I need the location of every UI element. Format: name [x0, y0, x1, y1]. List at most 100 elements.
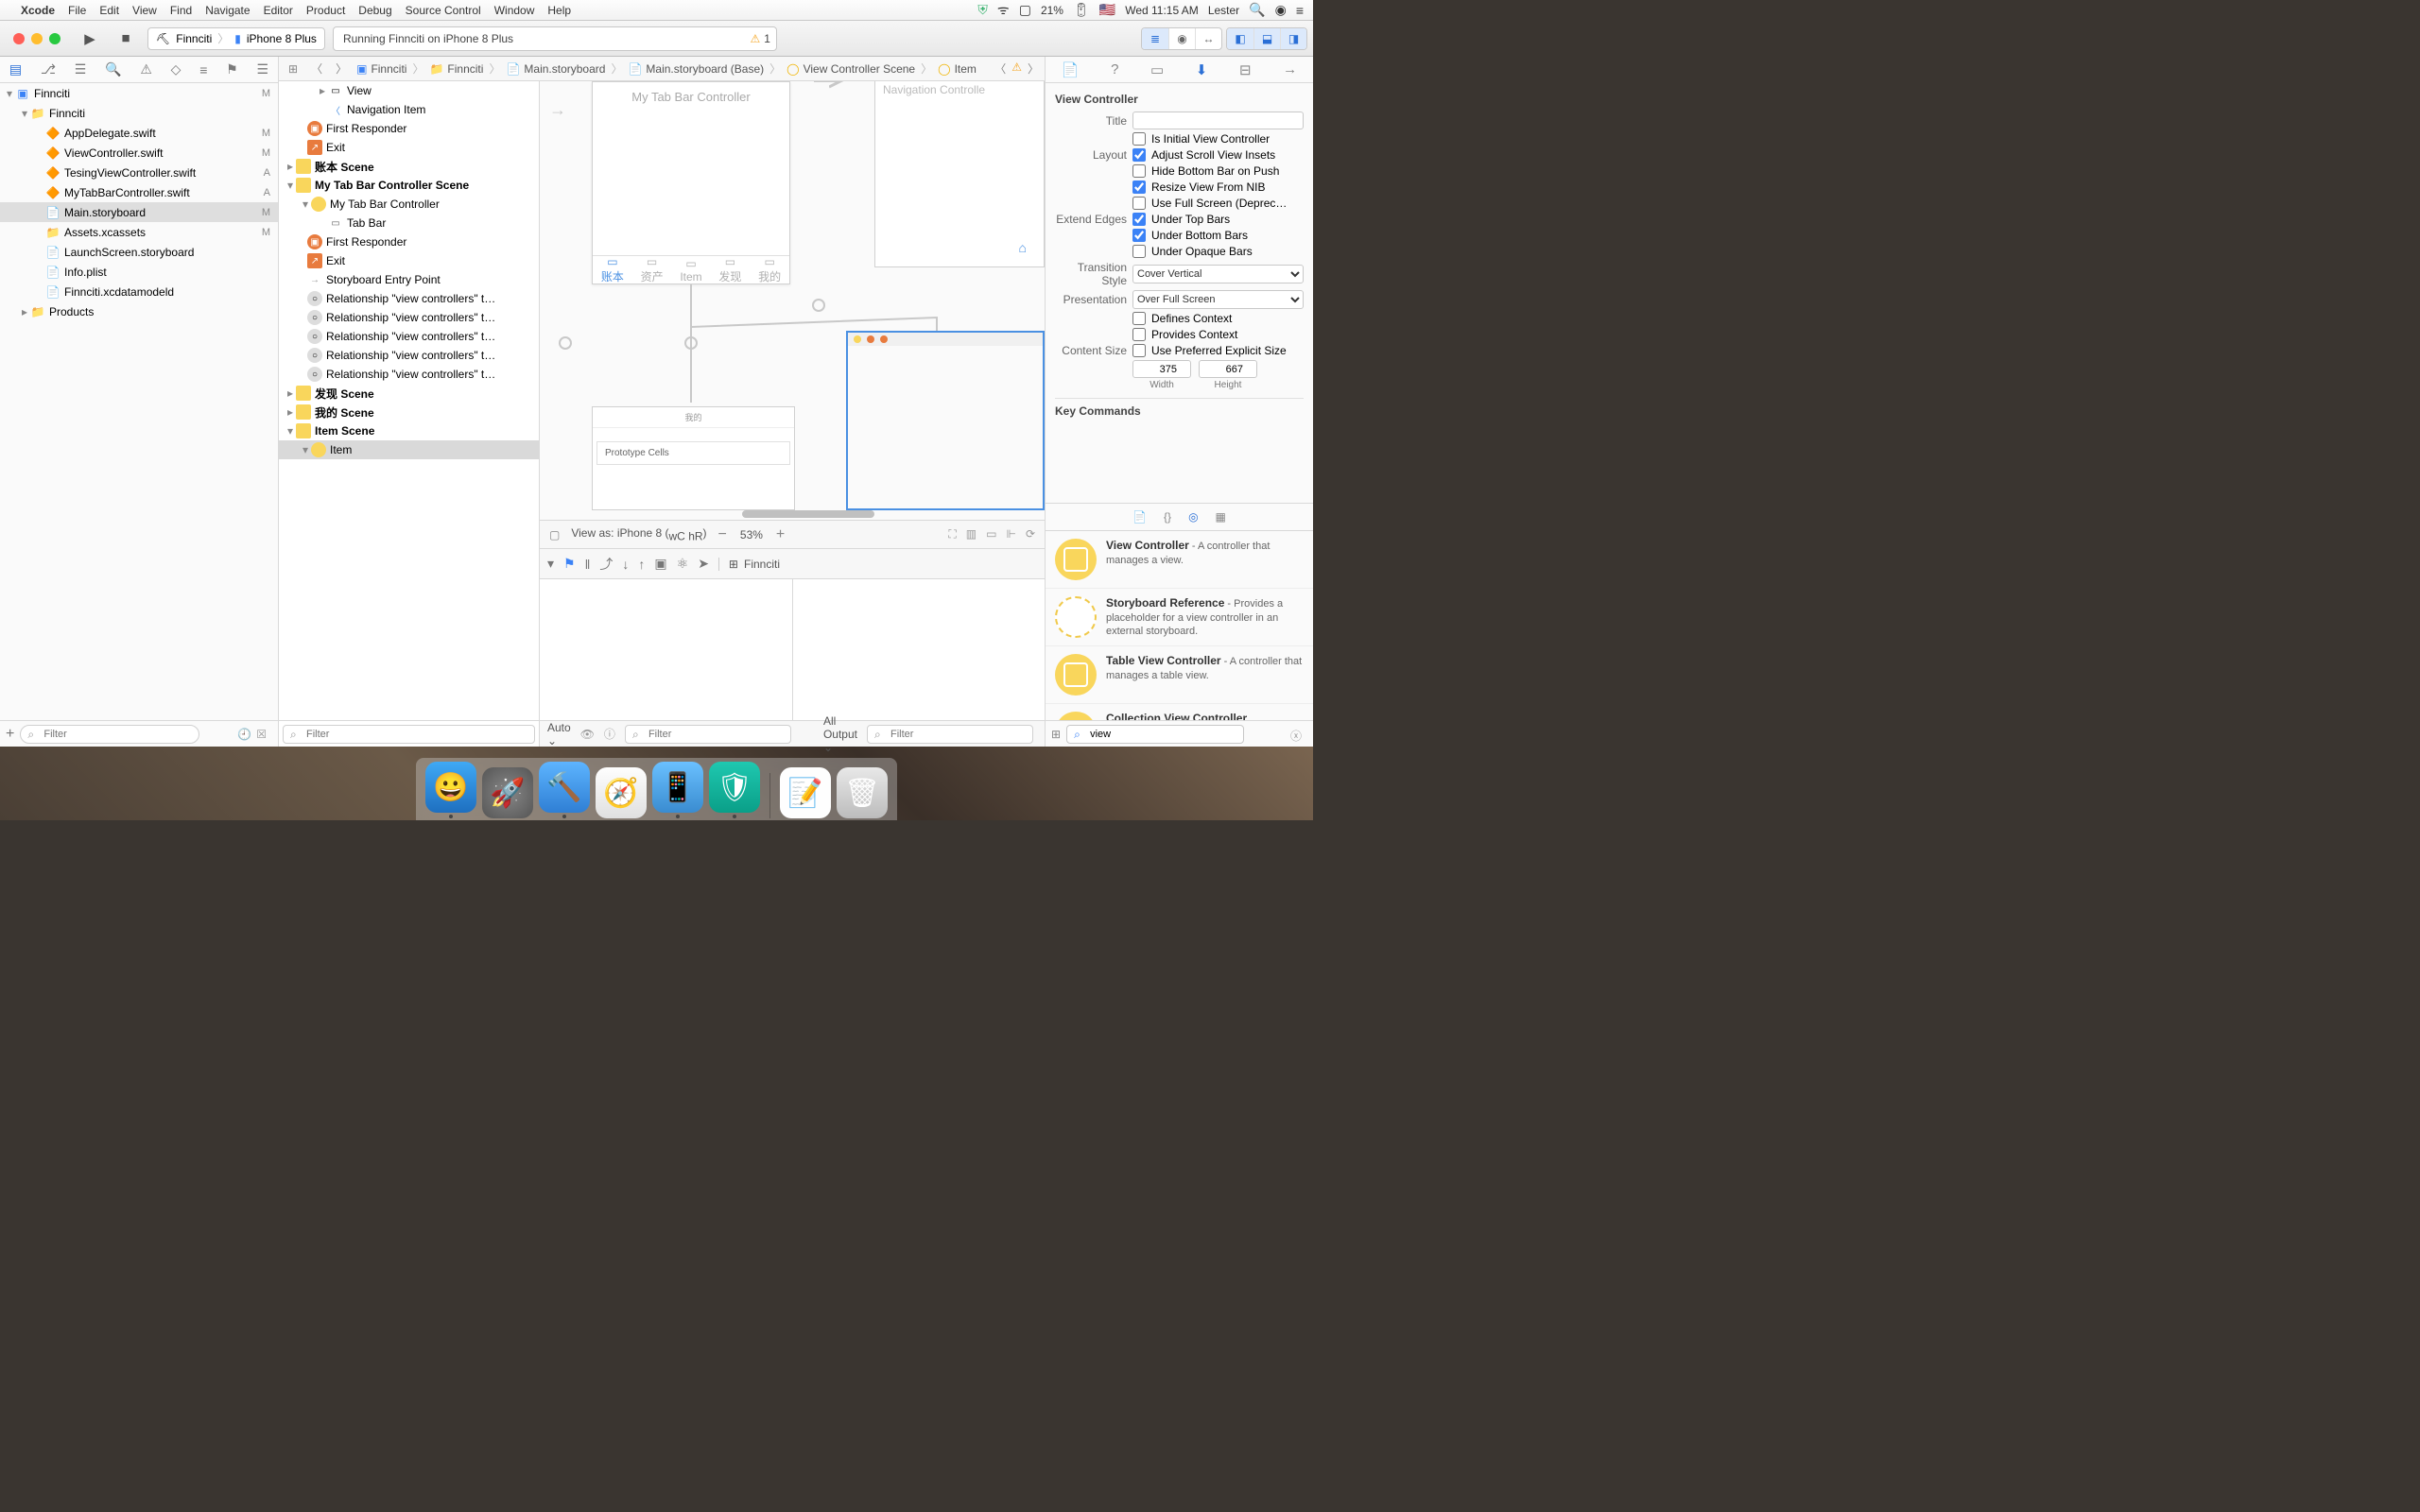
- toggle-inspector-icon[interactable]: ◨: [1280, 28, 1306, 49]
- dock-finder[interactable]: 😀: [425, 762, 476, 813]
- console-scope[interactable]: All Output ⌄: [823, 714, 857, 754]
- view-as-label[interactable]: View as: iPhone 8 (wC hR): [571, 526, 706, 542]
- align-icon[interactable]: ▭: [986, 527, 996, 541]
- project-navigator-tree[interactable]: ▾▣ FinncitiM ▾📁 Finnciti 🔶AppDelegate.sw…: [0, 83, 278, 720]
- file-TesingViewController.swift[interactable]: 🔶TesingViewController.swiftA: [0, 163, 278, 182]
- standard-editor-icon[interactable]: ≣: [1142, 28, 1168, 49]
- file-ViewController.swift[interactable]: 🔶ViewController.swiftM: [0, 143, 278, 163]
- report-nav-icon[interactable]: ☰: [256, 61, 268, 77]
- scene-tableview[interactable]: 我的 Prototype Cells: [592, 406, 795, 510]
- library-item-0[interactable]: View Controller - A controller that mana…: [1046, 531, 1313, 589]
- dock-textedit[interactable]: 📝: [780, 767, 831, 818]
- menu-editor[interactable]: Editor: [264, 4, 293, 17]
- menu-find[interactable]: Find: [170, 4, 192, 17]
- console-filter-input[interactable]: [867, 725, 1033, 744]
- under-opaque-checkbox[interactable]: [1132, 245, 1146, 258]
- debug-nav-icon[interactable]: ≡: [199, 62, 207, 77]
- jump-bar[interactable]: ⊞ 〈 〉 ▣Finnciti〉 📁Finnciti〉 📄Main.storyb…: [279, 57, 1045, 81]
- toggle-navigator-icon[interactable]: ◧: [1227, 28, 1253, 49]
- library-item-2[interactable]: Table View Controller - A controller tha…: [1046, 646, 1313, 704]
- menu-edit[interactable]: Edit: [99, 4, 119, 17]
- console-view[interactable]: [793, 579, 1046, 720]
- file-template-icon[interactable]: 📄: [1132, 510, 1147, 524]
- forward-button[interactable]: 〉: [332, 60, 351, 77]
- related-items-icon[interactable]: ⊞: [285, 62, 302, 76]
- menu-window[interactable]: Window: [494, 4, 535, 17]
- debug-target[interactable]: ⊞ Finnciti: [718, 558, 780, 571]
- toggle-debug-icon[interactable]: ⬓: [1253, 28, 1280, 49]
- presentation-select[interactable]: Over Full Screen: [1132, 290, 1304, 309]
- variables-filter-input[interactable]: [625, 725, 791, 744]
- zoom-out-button[interactable]: −: [718, 526, 727, 543]
- file-AppDelegate.swift[interactable]: 🔶AppDelegate.swiftM: [0, 123, 278, 143]
- back-button[interactable]: 〈: [307, 60, 326, 77]
- horizontal-scrollbar[interactable]: [742, 510, 874, 518]
- outline-list[interactable]: ▸▭View 〈Navigation Item ▣First Responder…: [279, 81, 539, 720]
- close-button[interactable]: [13, 33, 25, 44]
- pin-icon[interactable]: ⊩: [1006, 527, 1015, 541]
- attributes-inspector-icon[interactable]: ⬇: [1196, 61, 1208, 78]
- breakpoint-nav-icon[interactable]: ⚑: [226, 61, 238, 77]
- library-view-toggle-icon[interactable]: ⊞: [1051, 728, 1061, 741]
- outline-filter-input[interactable]: [283, 725, 535, 744]
- menu-product[interactable]: Product: [306, 4, 345, 17]
- scene-item-selected[interactable]: [846, 331, 1045, 510]
- zoom-level[interactable]: 53%: [740, 528, 763, 541]
- info-icon[interactable]: ⓘ: [604, 726, 615, 742]
- notification-center-icon[interactable]: ≡: [1296, 3, 1304, 18]
- battery-icon[interactable]: 🔋︎: [1073, 2, 1090, 18]
- zoom-button[interactable]: [49, 33, 60, 44]
- hide-bottom-checkbox[interactable]: [1132, 164, 1146, 178]
- file-inspector-icon[interactable]: 📄: [1062, 61, 1080, 78]
- symbol-nav-icon[interactable]: ☰: [75, 61, 87, 77]
- shield-status-icon[interactable]: ⛨: [977, 2, 988, 18]
- file-Main.storyboard[interactable]: 📄Main.storyboardM: [0, 202, 278, 222]
- step-into-icon[interactable]: ↓: [622, 557, 629, 572]
- spotlight-icon[interactable]: 🔍: [1249, 2, 1265, 18]
- initial-vc-checkbox[interactable]: [1132, 132, 1146, 146]
- source-control-nav-icon[interactable]: ⎇: [41, 61, 56, 77]
- location-icon[interactable]: ➤: [698, 556, 709, 572]
- provides-context-checkbox[interactable]: [1132, 328, 1146, 341]
- jump-warning-icon[interactable]: ⚠: [1011, 60, 1022, 77]
- title-input[interactable]: [1132, 112, 1304, 129]
- group-products[interactable]: ▸📁 Products: [0, 301, 278, 321]
- jump-next-icon[interactable]: 〉: [1028, 60, 1039, 77]
- project-root[interactable]: ▾▣ FinncitiM: [0, 83, 278, 103]
- explicit-size-checkbox[interactable]: [1132, 344, 1146, 357]
- menu-file[interactable]: File: [68, 4, 86, 17]
- hide-debug-icon[interactable]: ▾: [547, 556, 554, 572]
- app-menu[interactable]: Xcode: [21, 4, 55, 17]
- menu-help[interactable]: Help: [547, 4, 571, 17]
- fullscreen-checkbox[interactable]: [1132, 197, 1146, 210]
- media-library-icon[interactable]: ▦: [1216, 510, 1226, 524]
- panel-toggle-segment[interactable]: ◧ ⬓ ◨: [1226, 27, 1307, 50]
- version-editor-icon[interactable]: ↔: [1195, 28, 1221, 49]
- test-nav-icon[interactable]: ◇: [171, 61, 182, 77]
- adjust-insets-checkbox[interactable]: [1132, 148, 1146, 162]
- zoom-in-button[interactable]: +: [776, 526, 785, 543]
- menu-debug[interactable]: Debug: [358, 4, 391, 17]
- menu-navigate[interactable]: Navigate: [205, 4, 250, 17]
- defines-context-checkbox[interactable]: [1132, 312, 1146, 325]
- scm-filter-icon[interactable]: ☒: [256, 728, 267, 741]
- dock-safari[interactable]: 🧭: [596, 767, 647, 818]
- dock-xcode[interactable]: 🔨: [539, 762, 590, 813]
- jump-prev-icon[interactable]: 〈: [994, 60, 1006, 77]
- input-flag-icon[interactable]: 🇺🇸: [1099, 2, 1115, 18]
- minimize-button[interactable]: [31, 33, 43, 44]
- object-library-list[interactable]: View Controller - A controller that mana…: [1046, 531, 1313, 720]
- add-button[interactable]: +: [6, 726, 14, 743]
- menu-view[interactable]: View: [132, 4, 157, 17]
- wifi-icon[interactable]: ᯤ: [997, 1, 1010, 19]
- object-library-icon[interactable]: ◎: [1188, 510, 1198, 524]
- resolve-icon[interactable]: ⟳: [1026, 527, 1035, 541]
- canvas-option-icon[interactable]: ⛶: [948, 527, 956, 541]
- run-button[interactable]: ▶: [76, 27, 104, 50]
- under-top-checkbox[interactable]: [1132, 213, 1146, 226]
- storyboard-canvas[interactable]: My Tab Bar Controller ▭账本 ▭资产 ▭Item ▭发现 …: [540, 81, 1045, 520]
- file-Finnciti.xcdatamodeld[interactable]: 📄Finnciti.xcdatamodeld: [0, 282, 278, 301]
- scheme-selector[interactable]: ⛏ Finnciti 〉 ▮ iPhone 8 Plus: [147, 27, 325, 50]
- airplay-icon[interactable]: ▢: [1019, 2, 1031, 18]
- file-Assets.xcassets[interactable]: 📁Assets.xcassetsM: [0, 222, 278, 242]
